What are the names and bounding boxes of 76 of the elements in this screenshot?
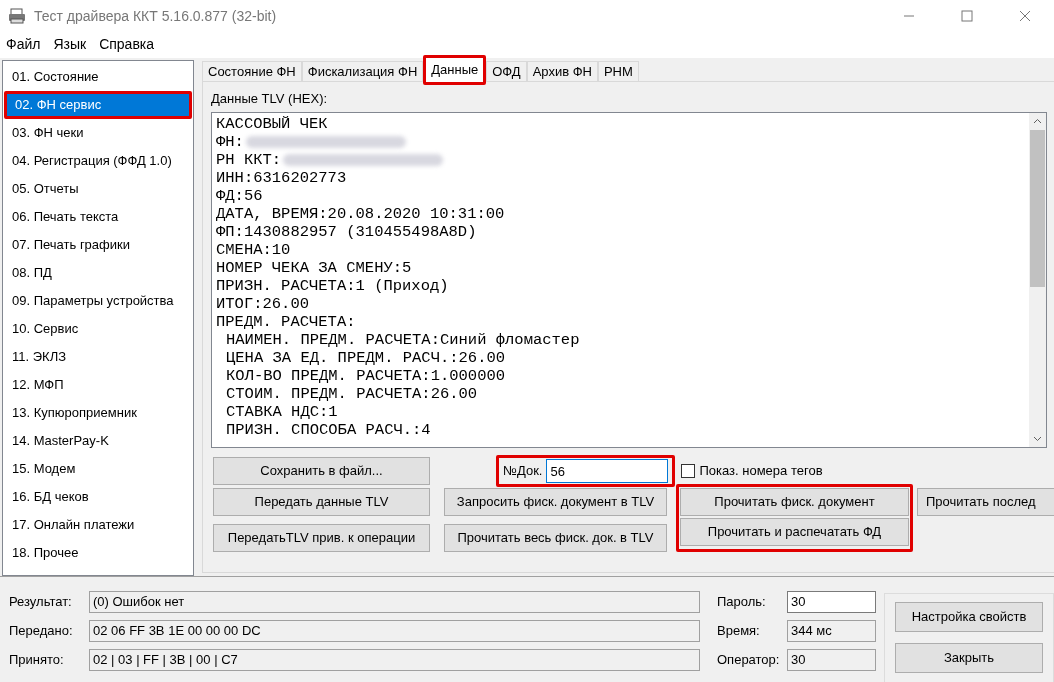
checkbox[interactable]	[681, 464, 696, 478]
field-label: Оператор:	[717, 651, 781, 670]
text-line: НОМЕР ЧЕКА ЗА СМЕНУ:5	[216, 259, 412, 277]
readonly-field: 02 | 03 | FF | 3B | 00 | C7	[89, 649, 700, 671]
field-label: Данные TLV (HEX):	[211, 92, 329, 106]
save-button[interactable]: Сохранить в файл...	[213, 457, 430, 485]
sidebar-item[interactable]: 08. ПД	[4, 259, 192, 287]
text-line: ФП:1430882957 (310455498A8D)	[216, 223, 477, 241]
text-line: ФН:	[216, 133, 244, 151]
text-line: КАССОВЫЙ ЧЕК	[216, 115, 328, 133]
sidebar-item[interactable]: 07. Печать графики	[4, 231, 192, 259]
scrollbar[interactable]	[1029, 113, 1046, 447]
sidebar-item[interactable]: 05. Отчеты	[4, 175, 192, 203]
menu-item[interactable]: Справка	[99, 34, 155, 55]
text-line: ЦЕНА ЗА ЕД. ПРЕДМ. РАСЧ.:26.00	[226, 349, 506, 367]
sidebar-item[interactable]: 12. МФП	[4, 371, 192, 399]
dialog-button[interactable]: Закрыть	[895, 643, 1043, 673]
action-button[interactable]: Запросить фиск. документ в TLV	[444, 488, 667, 516]
text-line: КОЛ-ВО ПРЕДМ. РАСЧЕТА:1.000000	[226, 367, 506, 385]
tab[interactable]: Архив ФН	[526, 61, 598, 81]
field-label: Время:	[717, 622, 761, 641]
action-button[interactable]: Прочитать фиск. документ	[680, 488, 909, 516]
text-line: ФД:56	[216, 187, 263, 205]
field-label: №Док.	[503, 462, 543, 481]
sidebar-item[interactable]: 02. ФН сервис	[4, 91, 192, 119]
text-line: СТАВКА НДС:1	[226, 403, 338, 421]
readonly-field: 344 мс	[787, 620, 876, 642]
field-label: Принято:	[9, 651, 65, 670]
menu-item[interactable]: Файл	[6, 34, 41, 55]
sidebar-item[interactable]: 18. Прочее	[4, 539, 192, 567]
dialog-button[interactable]: Настройка свойств	[895, 602, 1043, 632]
tab[interactable]: РНМ	[597, 61, 639, 81]
text-line: ИТОГ:26.00	[216, 295, 309, 313]
text-line: ПРИЗН. СПОСОБА РАСЧ.:4	[226, 421, 431, 439]
field-label: Передано:	[9, 622, 74, 641]
sidebar-item[interactable]: 15. Модем	[4, 455, 192, 483]
sidebar-item[interactable]: 13. Купюроприемник	[4, 399, 192, 427]
sidebar-item[interactable]: 16. БД чеков	[4, 483, 192, 511]
sidebar-item[interactable]: 10. Сервис	[4, 315, 192, 343]
action-button[interactable]: ПередатьTLV прив. к операции	[213, 524, 430, 552]
sidebar-item[interactable]: 04. Регистрация (ФФД 1.0)	[4, 147, 192, 175]
readonly-field: 02 06 FF 3B 1E 00 00 00 DC	[89, 620, 700, 642]
field-label: Результат:	[9, 593, 73, 612]
document-number-field[interactable]: 56	[546, 459, 669, 483]
text-line: ПРИЗН. РАСЧЕТА:1 (Приход)	[216, 277, 449, 295]
field-label: Пароль:	[717, 593, 767, 612]
action-button[interactable]: Прочитать послед	[917, 488, 1054, 516]
scroll-thumb[interactable]	[1030, 130, 1045, 287]
action-button[interactable]: Передать данные TLV	[213, 488, 430, 516]
sidebar-item[interactable]: 01. Состояние	[4, 63, 192, 91]
readonly-field: 30	[787, 649, 876, 671]
sidebar-item[interactable]: 09. Параметры устройства	[4, 287, 192, 315]
sidebar-item[interactable]: 14. MasterPay-K	[4, 427, 192, 455]
sidebar-item[interactable]: 03. ФН чеки	[4, 119, 192, 147]
printer-icon	[8, 8, 26, 24]
tab[interactable]: ОФД	[486, 61, 527, 81]
text-line: СТОИМ. ПРЕДМ. РАСЧЕТА:26.00	[226, 385, 478, 403]
text-line: ПРЕДМ. РАСЧЕТА:	[216, 313, 356, 331]
sidebar-item[interactable]: 17. Онлайн платежи	[4, 511, 192, 539]
text-line: НАИМЕН. ПРЕДМ. РАСЧЕТА:Синий фломастер	[226, 331, 580, 349]
tab[interactable]: Данные	[423, 55, 487, 85]
action-button[interactable]: Прочитать и распечатать ФД	[680, 518, 909, 546]
text-line: СМЕНА:10	[216, 241, 291, 259]
tab[interactable]: Фискализация ФН	[301, 61, 424, 81]
text-line: РН ККТ:	[216, 151, 282, 169]
input-field[interactable]: 30	[787, 591, 876, 613]
tab[interactable]: Состояние ФН	[202, 61, 302, 81]
text-line: ИНН:6316202773	[216, 169, 347, 187]
sidebar-item[interactable]: 06. Печать текста	[4, 203, 192, 231]
sidebar-item[interactable]: 11. ЭКЛЗ	[4, 343, 192, 371]
window-title: Тест драйвера ККТ 5.16.0.877 (32-bit)	[34, 6, 277, 26]
checkbox-label: Показ. номера тегов	[699, 462, 823, 481]
readonly-field: (0) Ошибок нет	[89, 591, 700, 613]
menu-item[interactable]: Язык	[53, 34, 87, 55]
text-line: ДАТА, ВРЕМЯ:20.08.2020 10:31:00	[216, 205, 505, 223]
action-button[interactable]: Прочитать весь фиск. док. в TLV	[444, 524, 667, 552]
